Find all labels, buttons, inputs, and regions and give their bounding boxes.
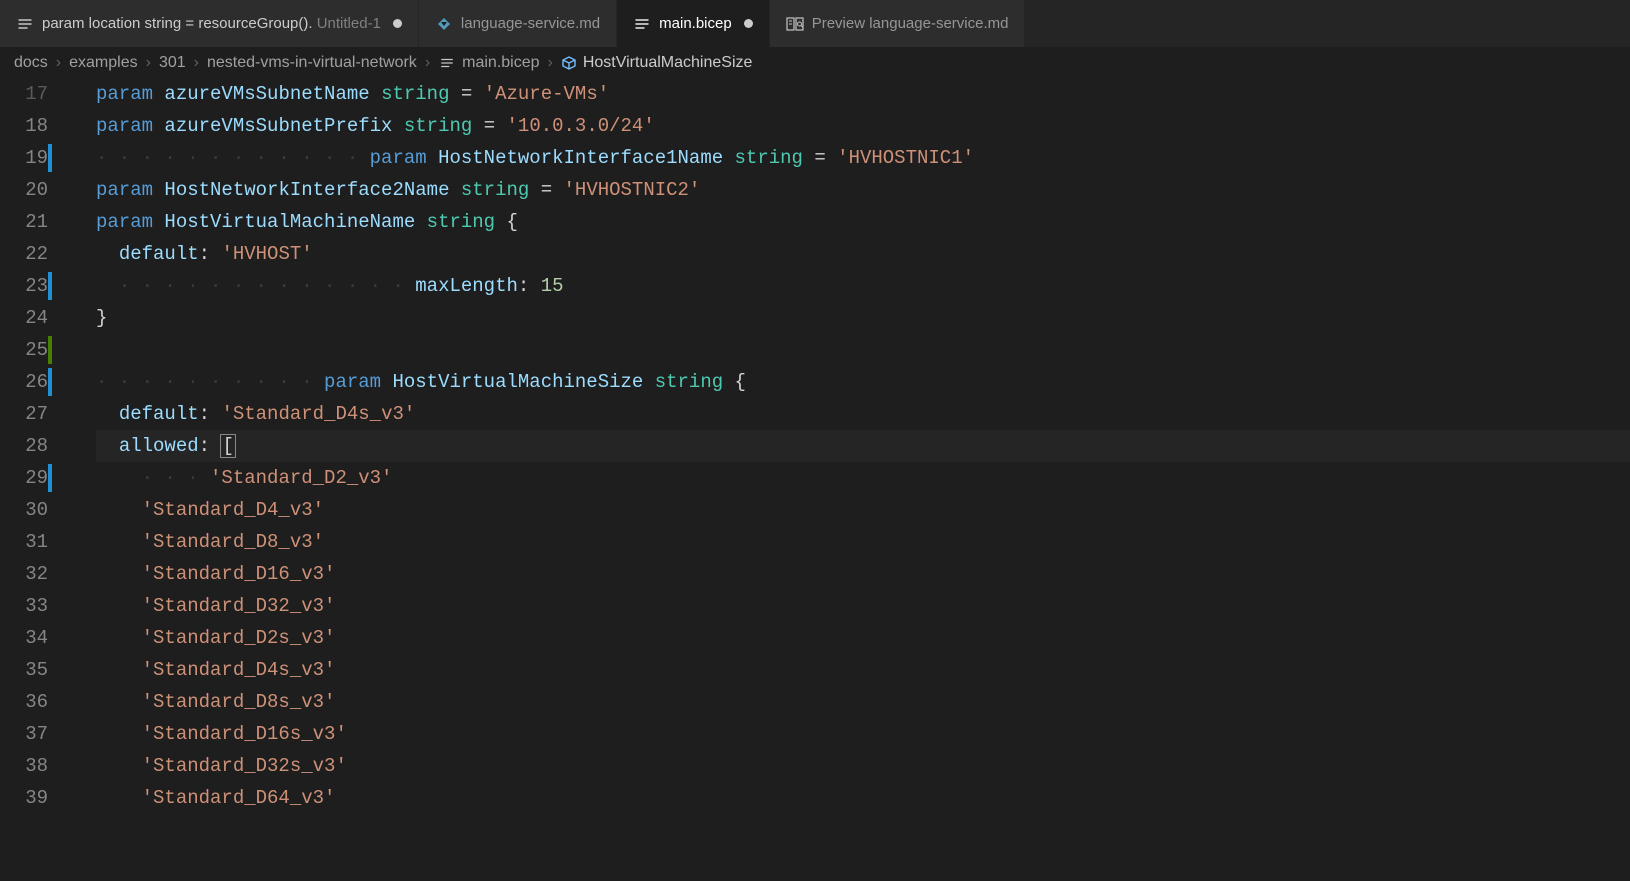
tab-preview[interactable]: Preview language-service.md [770,0,1026,47]
crumb-docs[interactable]: docs [14,54,48,72]
chevron-right-icon: › [425,54,430,72]
chevron-right-icon: › [548,54,553,72]
preview-icon [786,15,804,33]
line-number: 31 [0,526,48,558]
chevron-right-icon: › [56,54,61,72]
line-number: 21 [0,206,48,238]
bicep-icon [438,54,456,72]
line-number: 19 [0,142,48,174]
line-number: 35 [0,654,48,686]
tab-label: Preview language-service.md [812,15,1009,32]
editor-tabs: param location string = resourceGroup().… [0,0,1630,48]
code-line[interactable]: 'Standard_D32s_v3' [96,750,1630,782]
code-line[interactable] [96,334,1630,366]
list-icon [16,15,34,33]
code-line[interactable]: 'Standard_D64_v3' [96,782,1630,814]
tab-untitled[interactable]: param location string = resourceGroup().… [0,0,419,47]
code-line[interactable]: param HostVirtualMachineName string { [96,206,1630,238]
code-line[interactable]: 'Standard_D8_v3' [96,526,1630,558]
line-number: 38 [0,750,48,782]
code-line[interactable]: 'Standard_D4_v3' [96,494,1630,526]
line-number: 33 [0,590,48,622]
tab-label: main.bicep [659,15,732,32]
code-line[interactable]: · · · · · · · · · · param HostVirtualMac… [96,366,1630,398]
code-line[interactable]: param azureVMsSubnetPrefix string = '10.… [96,110,1630,142]
markdown-icon [435,15,453,33]
crumb-301[interactable]: 301 [159,54,186,72]
line-number: 37 [0,718,48,750]
modified-indicator [393,19,402,28]
code-line[interactable]: · · · · · · · · · · · · param HostNetwor… [96,142,1630,174]
line-number: 30 [0,494,48,526]
chevron-right-icon: › [146,54,151,72]
line-number: 22 [0,238,48,270]
line-number: 18 [0,110,48,142]
line-number: 34 [0,622,48,654]
code-line[interactable]: 'Standard_D2s_v3' [96,622,1630,654]
modified-indicator [744,19,753,28]
code-line[interactable]: · · · 'Standard_D2_v3' [96,462,1630,494]
code-line[interactable]: 'Standard_D8s_v3' [96,686,1630,718]
line-number: 32 [0,558,48,590]
bicep-icon [633,15,651,33]
code-line[interactable]: param azureVMsSubnetName string = 'Azure… [96,78,1630,110]
crumb-file[interactable]: main.bicep [438,54,539,72]
crumb-nested[interactable]: nested-vms-in-virtual-network [207,54,417,72]
line-number: 28 [0,430,48,462]
code-line[interactable]: param HostNetworkInterface2Name string =… [96,174,1630,206]
line-number: 27 [0,398,48,430]
code-line[interactable]: } [96,302,1630,334]
code-editor[interactable]: 1718192021222324252627282930313233343536… [0,78,1630,814]
line-number: 26 [0,366,48,398]
tab-main-bicep[interactable]: main.bicep [617,0,770,47]
code-line[interactable]: default: 'Standard_D4s_v3' [96,398,1630,430]
tab-label: param location string = resourceGroup().… [42,15,381,32]
line-number: 23 [0,270,48,302]
line-number: 25 [0,334,48,366]
code-line[interactable]: 'Standard_D4s_v3' [96,654,1630,686]
symbol-field-icon [561,55,577,71]
code-line[interactable]: 'Standard_D16_v3' [96,558,1630,590]
line-number: 20 [0,174,48,206]
line-number-gutter: 1718192021222324252627282930313233343536… [0,78,72,814]
code-line[interactable]: allowed: [ [96,430,1630,462]
line-number: 36 [0,686,48,718]
line-number: 17 [0,78,48,110]
line-number: 29 [0,462,48,494]
code-content[interactable]: param azureVMsSubnetName string = 'Azure… [72,78,1630,814]
tab-label: language-service.md [461,15,600,32]
line-number: 24 [0,302,48,334]
code-line[interactable]: · · · · · · · · · · · · · maxLength: 15 [96,270,1630,302]
tab-language-service[interactable]: language-service.md [419,0,617,47]
line-number: 39 [0,782,48,814]
crumb-examples[interactable]: examples [69,54,137,72]
code-line[interactable]: default: 'HVHOST' [96,238,1630,270]
chevron-right-icon: › [194,54,199,72]
crumb-symbol[interactable]: HostVirtualMachineSize [561,54,753,72]
breadcrumb: docs › examples › 301 › nested-vms-in-vi… [0,48,1630,78]
code-line[interactable]: 'Standard_D16s_v3' [96,718,1630,750]
code-line[interactable]: 'Standard_D32_v3' [96,590,1630,622]
